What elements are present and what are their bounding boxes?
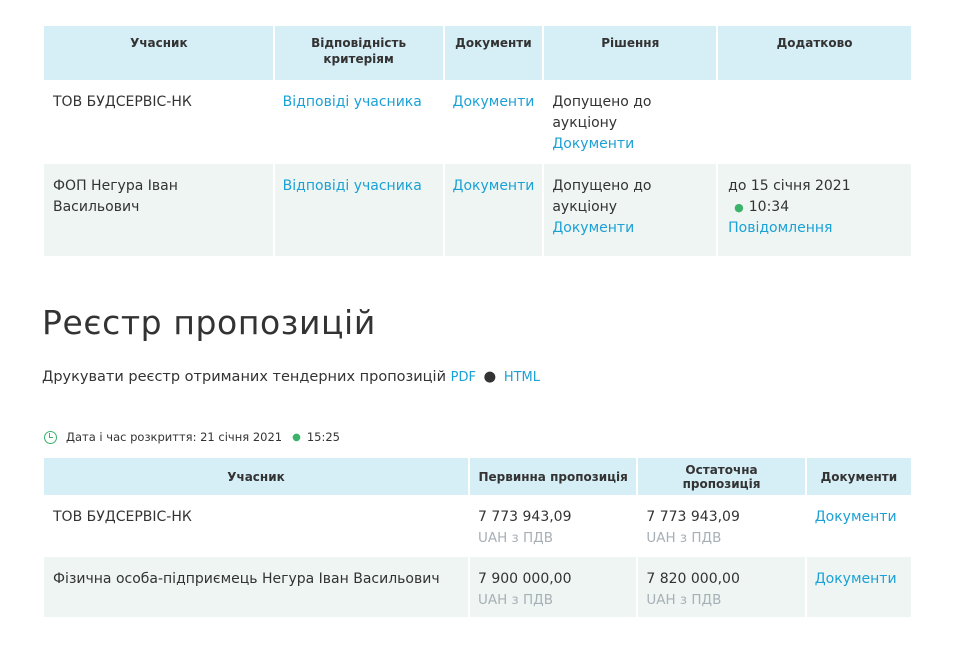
message-link[interactable]: Повідомлення [728,220,832,236]
initial-amount: 7 900 000,00 [477,571,572,587]
bids-table-header: Учасник Первинна пропозиція Остаточна пр… [44,458,911,495]
qualification-table-header: Учасник Відповідність критеріям Документ… [44,26,911,80]
table-row: Фізична особа-підприємець Негура Іван Ва… [44,557,911,617]
col-documents: Документи [444,26,545,80]
initial-currency: UAH з ПДВ [477,592,553,608]
decision-documents-link[interactable]: Документи [552,220,634,236]
col-participant: Учасник [44,26,275,80]
print-registry: Друкувати реєстр отриманих тендерних про… [42,369,540,385]
table-row: ФОП Негура Іван Васильович Відповіді уча… [44,164,911,256]
col-documents: Документи [806,458,911,495]
final-currency: UAH з ПДВ [646,592,722,608]
final-amount: 7 773 943,09 [646,509,740,525]
decision-status: Допущено до аукціону [552,178,652,215]
participant-answers-link[interactable]: Відповіді учасника [283,94,422,110]
additional-cell [718,80,911,164]
participant-name: Фізична особа-підприємець Негура Іван Ва… [44,557,470,617]
final-amount: 7 820 000,00 [646,571,740,587]
bullet-dot-icon: ● [734,201,744,214]
deadline-time: 10:34 [748,199,790,215]
print-html-link[interactable]: HTML [504,370,540,385]
participant-answers-link[interactable]: Відповіді учасника [283,178,422,194]
table-row: ТОВ БУДСЕРВІС-НК Відповіді учасника Доку… [44,80,911,164]
bullet-dot-icon: ● [292,431,301,443]
print-registry-text: Друкувати реєстр отриманих тендерних про… [42,369,446,385]
table-row: ТОВ БУДСЕРВІС-НК 7 773 943,09 UAH з ПДВ … [44,495,911,557]
qualification-table: Учасник Відповідність критеріям Документ… [44,26,911,256]
separator-bullet: ● [483,369,497,385]
col-decision: Рішення [544,26,719,80]
decision-status: Допущено до аукціону [552,94,652,131]
additional-cell: до 15 січня 2021 ● 10:34 Повідомлення [718,164,911,256]
initial-amount: 7 773 943,09 [477,509,572,525]
participant-name: ТОВ БУДСЕРВІС-НК [44,495,470,557]
documents-link[interactable]: Документи [815,509,897,525]
col-final-offer: Остаточна пропозиція [638,458,807,495]
participant-name: ФОП Негура Іван Васильович [44,164,275,256]
deadline-date: до 15 січня 2021 [728,178,851,194]
initial-currency: UAH з ПДВ [477,530,553,546]
decision-documents-link[interactable]: Документи [552,136,634,152]
opening-datetime: Дата і час розкриття: 21 січня 2021 ● 15… [44,430,340,444]
col-additional: Додатково [718,26,911,80]
documents-link[interactable]: Документи [815,571,897,587]
initial-offer-cell: 7 773 943,09 UAH з ПДВ [469,495,639,557]
final-offer-cell: 7 773 943,09 UAH з ПДВ [638,495,807,557]
print-pdf-link[interactable]: PDF [451,370,476,385]
clock-icon [44,430,57,444]
col-participant: Учасник [44,458,470,495]
deadline-time-row: ● 10:34 [728,197,903,218]
final-currency: UAH з ПДВ [646,530,722,546]
final-offer-cell: 7 820 000,00 UAH з ПДВ [638,557,807,617]
opening-time: 15:25 [306,430,340,444]
page-title: Реєстр пропозицій [42,303,376,342]
participant-name: ТОВ БУДСЕРВІС-НК [44,80,275,164]
col-criteria: Відповідність критеріям [274,26,445,80]
bids-table: Учасник Первинна пропозиція Остаточна пр… [44,458,911,617]
col-initial-offer: Первинна пропозиція [469,458,639,495]
documents-link[interactable]: Документи [453,178,535,194]
documents-link[interactable]: Документи [453,94,535,110]
opening-date-label: Дата і час розкриття: 21 січня 2021 [66,430,283,444]
initial-offer-cell: 7 900 000,00 UAH з ПДВ [469,557,639,617]
